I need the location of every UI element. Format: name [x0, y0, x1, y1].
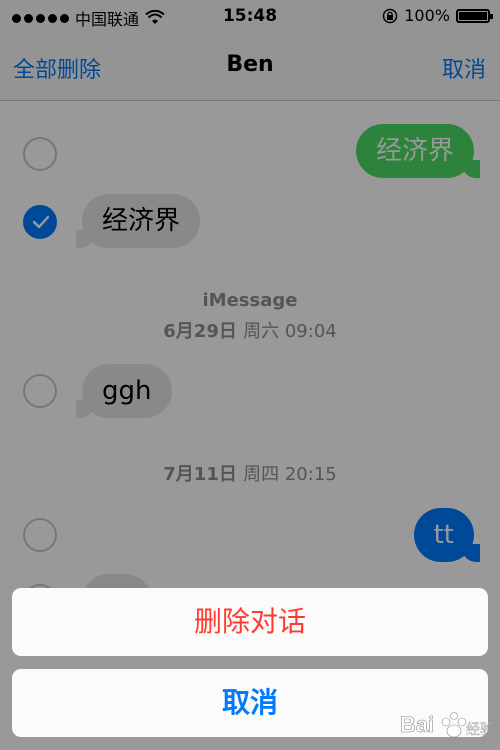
baidu-watermark-logo: Bai 经验 [400, 712, 490, 739]
delete-conversation-button[interactable]: 删除对话 [12, 588, 488, 656]
svg-text:Bai: Bai [400, 712, 434, 737]
svg-text:经验: 经验 [466, 722, 490, 738]
